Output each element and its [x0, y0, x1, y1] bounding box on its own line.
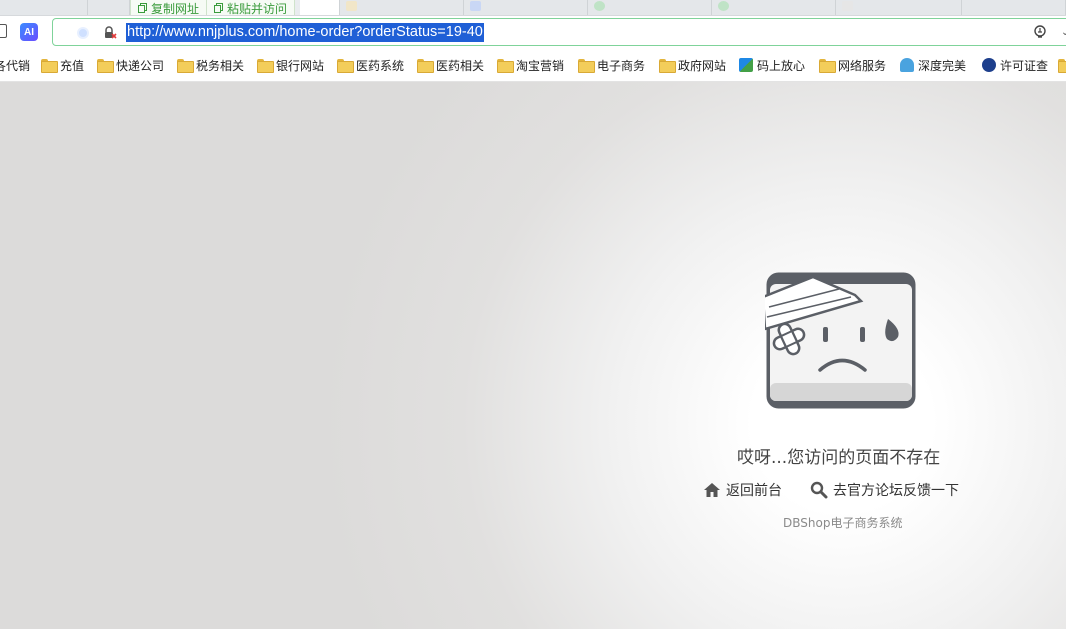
bookmark-label: 政府网站 — [678, 58, 727, 73]
page-favicon — [842, 1, 853, 11]
bookmark-folder[interactable]: 快递公司 — [97, 57, 164, 73]
folder-icon — [659, 59, 676, 73]
bookmark-item[interactable]: 许可证查 — [982, 57, 1048, 73]
back-to-home-label: 返回前台 — [726, 483, 782, 499]
bookmark-item[interactable]: 码上放心 — [739, 57, 805, 73]
graduation-cap-icon — [900, 58, 914, 72]
bookmark-overflow[interactable] — [1058, 57, 1066, 73]
folder-icon — [257, 59, 274, 73]
browser-tab[interactable] — [340, 0, 464, 15]
ai-assistant-icon[interactable]: AI — [20, 23, 38, 41]
seal-icon — [982, 58, 996, 72]
bookmark-item[interactable]: 各代销 — [0, 57, 30, 73]
bookmark-label: 码上放心 — [757, 58, 806, 73]
error-title: 哎呀...您访问的页面不存在 — [737, 448, 941, 468]
folder-icon — [497, 59, 514, 73]
bookmark-label: 医药系统 — [356, 58, 405, 73]
page-favicon — [346, 1, 357, 11]
paste-go-label: 粘贴并访问 — [227, 1, 288, 16]
sad-bandaged-face-icon — [765, 272, 916, 409]
bookmark-label: 电子商务 — [597, 58, 646, 73]
browser-tab[interactable] — [962, 0, 1066, 15]
bookmark-label: 快递公司 — [116, 58, 165, 73]
folder-icon — [41, 59, 58, 73]
bookmark-label: 税务相关 — [196, 58, 245, 73]
bookmark-label: 许可证查 — [999, 58, 1048, 73]
bookmark-folder[interactable]: 网络服务 — [819, 57, 887, 73]
lightbulb-icon[interactable] — [1032, 24, 1048, 40]
footer-brand: DBShop电子商务系统 — [783, 516, 903, 530]
browser-tab[interactable] — [588, 0, 712, 15]
tab-strip: 复制网址 粘贴并访问 — [0, 0, 1066, 16]
bookmark-label: 充值 — [60, 58, 85, 73]
home-icon — [704, 483, 720, 497]
bookmark-label: 网络服务 — [838, 58, 887, 73]
bookmark-folder[interactable]: 银行网站 — [257, 57, 324, 73]
browser-tab[interactable] — [464, 0, 588, 15]
bookmark-folder[interactable]: 电子商务 — [578, 57, 646, 73]
bookmark-label: 各代销 — [0, 58, 31, 73]
folder-icon — [578, 59, 595, 73]
folder-icon — [337, 59, 354, 73]
copy-url-label: 复制网址 — [151, 1, 200, 16]
browser-tab[interactable] — [836, 0, 962, 15]
security-shield-icon[interactable] — [77, 27, 89, 39]
active-tab[interactable] — [300, 0, 340, 15]
browser-tab[interactable] — [712, 0, 836, 15]
url-copy-toolbar: 复制网址 粘贴并访问 — [130, 0, 296, 16]
paste-go-button[interactable]: 粘贴并访问 — [207, 0, 296, 16]
forum-feedback-label: 去官方论坛反馈一下 — [833, 483, 959, 499]
address-bar[interactable]: http://www.nnjplus.com/home-order?orderS… — [52, 18, 1066, 46]
folder-icon — [417, 59, 434, 73]
error-links: 返回前台 去官方论坛反馈一下 — [703, 480, 959, 500]
navigation-bar: AI http://www.nnjplus.com/home-order?ord… — [0, 16, 1066, 48]
folder-icon — [97, 59, 114, 73]
browser-tab[interactable] — [88, 0, 130, 15]
bookmark-item[interactable]: 深度完美 — [900, 57, 968, 73]
bookmark-folder[interactable]: 政府网站 — [659, 57, 726, 73]
bookmark-label: 深度完美 — [918, 58, 967, 73]
search-icon — [810, 481, 828, 499]
bookmark-label: 淘宝营销 — [516, 58, 565, 73]
browser-tab[interactable] — [0, 0, 88, 15]
bookmark-folder[interactable]: 医药系统 — [337, 57, 404, 73]
page-favicon — [470, 1, 481, 11]
page-favicon — [718, 1, 729, 11]
bookmark-folder[interactable]: 税务相关 — [177, 57, 244, 73]
bookmark-folder[interactable]: 医药相关 — [417, 57, 484, 73]
qr-site-icon — [739, 58, 753, 72]
forum-feedback-link[interactable]: 去官方论坛反馈一下 — [810, 480, 959, 500]
paste-icon — [214, 3, 224, 13]
folder-icon — [177, 59, 194, 73]
copy-icon — [138, 3, 147, 13]
bookmark-folder[interactable]: 淘宝营销 — [497, 57, 565, 73]
page-favicon — [594, 1, 605, 11]
bookmarks-bar: 各代销 充值 快递公司 税务相关 银行网站 医药系统 医药相关 淘宝营销 电子商… — [0, 48, 1066, 82]
folder-icon — [1058, 59, 1066, 73]
folder-icon — [819, 59, 836, 73]
copy-url-button[interactable]: 复制网址 — [131, 0, 208, 16]
home-icon[interactable] — [0, 24, 7, 38]
chevron-down-icon[interactable]: ⌄ — [1061, 27, 1066, 38]
url-input[interactable]: http://www.nnjplus.com/home-order?orderS… — [126, 23, 484, 42]
bookmark-label: 医药相关 — [436, 58, 485, 73]
bookmark-folder[interactable]: 充值 — [41, 57, 84, 73]
error-page: 哎呀...您访问的页面不存在 返回前台 去官方论坛反馈一下 DBShop电子商务… — [0, 82, 1066, 629]
bookmark-label: 银行网站 — [276, 58, 325, 73]
insecure-lock-icon[interactable] — [103, 26, 117, 40]
back-to-home-link[interactable]: 返回前台 — [703, 480, 782, 500]
